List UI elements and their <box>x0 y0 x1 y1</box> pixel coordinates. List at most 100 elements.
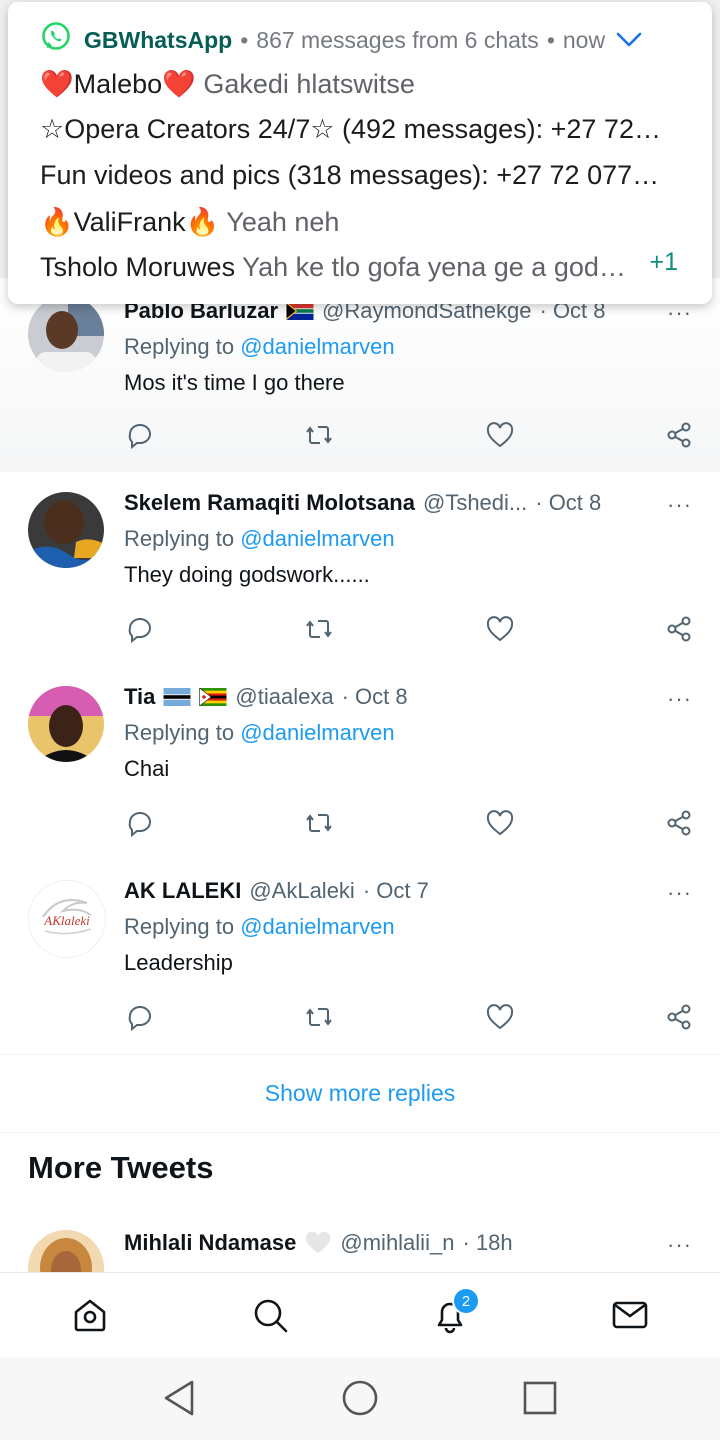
replying-to: Replying to @danielmarven <box>124 720 395 746</box>
tweet-reply[interactable]: Tia @tiaalexa · Oct 8 ··· Replying to @d… <box>0 666 720 861</box>
notification-header: GBWhatsApp • 867 messages from 6 chats •… <box>40 21 643 59</box>
tweet-reply[interactable]: Skelem Ramaqiti Molotsana @Tshedi... · O… <box>0 472 720 667</box>
more-tweets-heading: More Tweets <box>28 1150 214 1185</box>
notification-line: 🔥ValiFrank🔥 Yeah neh <box>40 206 680 238</box>
more-chats-count: +1 <box>649 248 678 276</box>
south-africa-flag-icon <box>286 302 314 320</box>
back-triangle-icon[interactable] <box>158 1377 200 1419</box>
tweet-author-name[interactable]: Skelem Ramaqiti Molotsana <box>124 490 415 516</box>
tweet-text: Mos it's time I go there <box>124 370 345 395</box>
more-options-icon[interactable]: ··· <box>667 1232 692 1258</box>
more-options-icon[interactable]: ··· <box>667 880 692 906</box>
replying-to-label: Replying to <box>124 914 235 939</box>
avatar[interactable] <box>28 686 104 762</box>
show-more-replies-button[interactable]: Show more replies <box>0 1054 720 1133</box>
replying-to-label: Replying to <box>124 526 235 551</box>
replying-to-link[interactable]: @danielmarven <box>240 334 394 359</box>
tweet-author-handle[interactable]: @mihlalii_n <box>340 1230 454 1256</box>
notification-time: now <box>562 26 606 53</box>
notification-line: Fun videos and pics (318 messages): +27 … <box>40 160 680 191</box>
replying-to: Replying to @danielmarven <box>124 526 395 552</box>
reply-icon[interactable] <box>124 420 154 450</box>
whatsapp-notification[interactable]: GBWhatsApp • 867 messages from 6 chats •… <box>8 2 712 304</box>
notification-line: Tsholo Moruwes Yah ke tlo gofa yena ge a… <box>40 252 630 283</box>
notification-line: ❤️Malebo❤️ Gakedi hlatswitse <box>40 68 680 100</box>
reply-icon[interactable] <box>124 614 154 644</box>
whatsapp-icon <box>40 21 72 59</box>
notification-line: ☆Opera Creators 24/7☆ (492 messages): +2… <box>40 114 680 145</box>
tweet-timestamp[interactable]: · Oct 7 <box>363 878 429 904</box>
messages-mail-icon[interactable] <box>610 1295 650 1335</box>
share-icon[interactable] <box>664 420 694 450</box>
tweet-actions <box>124 420 696 450</box>
notification-summary: 867 messages from 6 chats <box>256 26 539 53</box>
search-icon[interactable] <box>250 1295 290 1335</box>
tweet-timestamp[interactable]: · Oct 8 <box>535 490 601 516</box>
home-icon[interactable] <box>70 1295 110 1335</box>
share-icon[interactable] <box>664 614 694 644</box>
svg-text:AKlaleki: AKlaleki <box>43 913 90 928</box>
zimbabwe-flag-icon <box>199 688 227 706</box>
avatar[interactable] <box>28 1230 104 1272</box>
like-heart-icon[interactable] <box>485 420 515 450</box>
tweet-author-name[interactable]: AK LALEKI <box>124 878 241 904</box>
like-heart-icon[interactable] <box>485 1002 515 1032</box>
expand-chevron-icon[interactable] <box>615 30 643 50</box>
replying-to: Replying to @danielmarven <box>124 334 395 360</box>
share-icon[interactable] <box>664 808 694 838</box>
tweet-header: AK LALEKI @AkLaleki · Oct 7 <box>124 878 654 904</box>
white-heart-icon <box>306 1231 331 1254</box>
replying-to-label: Replying to <box>124 720 235 745</box>
avatar[interactable] <box>28 492 104 568</box>
notification-message: Gakedi hlatswitse <box>203 69 415 99</box>
notification-message: Yeah neh <box>226 207 340 237</box>
replying-to: Replying to @danielmarven <box>124 914 395 940</box>
tweet-text: They doing godswork...... <box>124 562 370 587</box>
tweet-reply[interactable]: Pablo Barluzar @RaymondSathekge · Oct 8 … <box>0 278 720 473</box>
tweet-actions <box>124 1002 696 1032</box>
tweet-author-handle[interactable]: @AkLaleki <box>249 878 355 904</box>
retweet-icon[interactable] <box>304 808 334 838</box>
tweet-timestamp[interactable]: · 18h <box>462 1230 512 1256</box>
reply-icon[interactable] <box>124 808 154 838</box>
retweet-icon[interactable] <box>304 1002 334 1032</box>
retweet-icon[interactable] <box>304 420 334 450</box>
separator-dot: • <box>546 26 555 53</box>
share-icon[interactable] <box>664 1002 694 1032</box>
notification-sender: Fun videos and pics (318 messages): +27 … <box>40 160 660 190</box>
notifications-badge: 2 <box>452 1287 480 1315</box>
tweet-reply[interactable]: AKlaleki AK LALEKI @AkLaleki · Oct 7 ···… <box>0 860 720 1055</box>
tweet-header: Skelem Ramaqiti Molotsana @Tshedi... · O… <box>124 490 654 516</box>
like-heart-icon[interactable] <box>485 614 515 644</box>
botswana-flag-icon <box>163 688 191 706</box>
recents-square-icon[interactable] <box>519 1377 561 1419</box>
replying-to-link[interactable]: @danielmarven <box>240 526 394 551</box>
tweet-author-name[interactable]: Mihlali Ndamase <box>124 1230 296 1256</box>
retweet-icon[interactable] <box>304 614 334 644</box>
bottom-navigation: 2 <box>0 1272 720 1358</box>
like-heart-icon[interactable] <box>485 808 515 838</box>
notification-sender: 🔥ValiFrank🔥 <box>40 207 220 237</box>
system-navigation-bar <box>0 1357 720 1440</box>
tweet-timestamp[interactable]: · Oct 8 <box>342 684 408 710</box>
more-options-icon[interactable]: ··· <box>667 686 692 712</box>
replying-to-link[interactable]: @danielmarven <box>240 914 394 939</box>
tweet-text: Chai <box>124 756 170 781</box>
avatar[interactable] <box>28 296 104 372</box>
notification-app-name: GBWhatsApp <box>84 26 233 53</box>
tweet[interactable]: Mihlali Ndamase @mihlalii_n · 18h ··· <box>0 1210 720 1272</box>
notification-sender: Tsholo Moruwes <box>40 252 236 282</box>
notification-sender: ❤️Malebo❤️ <box>40 69 196 99</box>
tweet-author-name[interactable]: Tia <box>124 684 155 710</box>
avatar[interactable]: AKlaleki <box>28 880 106 958</box>
tweet-actions <box>124 614 696 644</box>
tweet-actions <box>124 808 696 838</box>
home-circle-icon[interactable] <box>339 1377 381 1419</box>
reply-icon[interactable] <box>124 1002 154 1032</box>
tweet-author-handle[interactable]: @tiaalexa <box>235 684 333 710</box>
more-options-icon[interactable]: ··· <box>667 492 692 518</box>
tweet-author-handle[interactable]: @Tshedi... <box>423 490 527 516</box>
aklaleki-logo: AKlaleki <box>29 881 105 957</box>
replying-to-label: Replying to <box>124 334 235 359</box>
replying-to-link[interactable]: @danielmarven <box>240 720 394 745</box>
